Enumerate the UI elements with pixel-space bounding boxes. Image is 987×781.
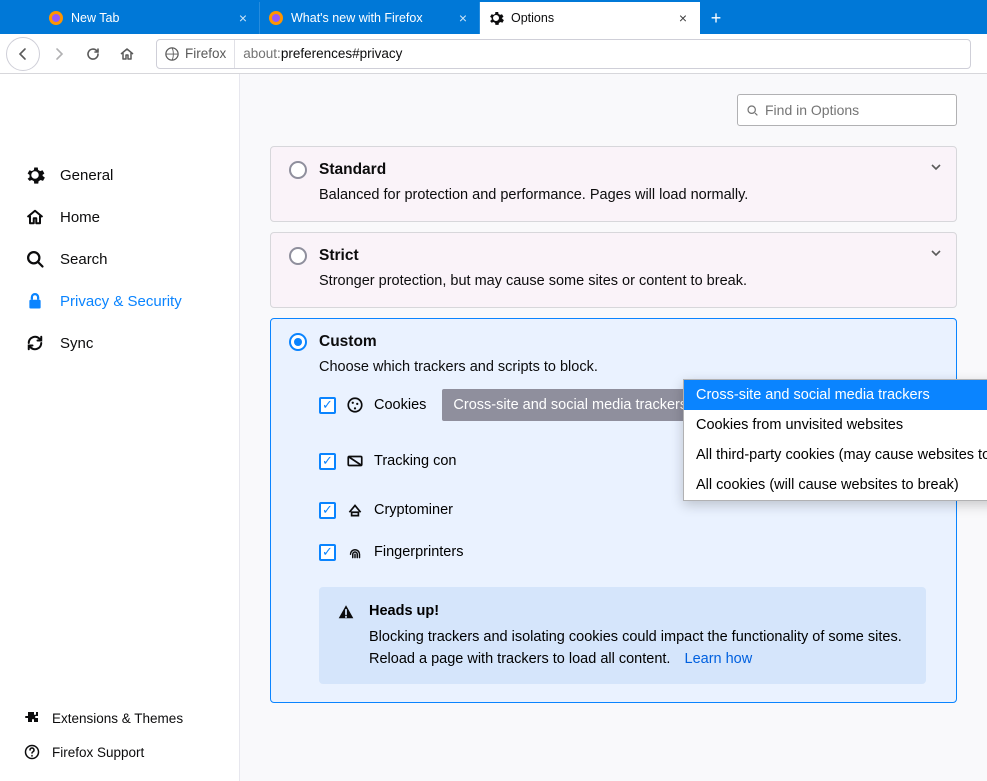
tab-label: New Tab bbox=[71, 11, 235, 25]
cookie-icon bbox=[346, 396, 364, 414]
home-icon bbox=[24, 206, 46, 228]
radio-strict[interactable] bbox=[289, 247, 307, 265]
sidebar: General Home Search Privacy & Security S… bbox=[0, 74, 240, 781]
options-search-input[interactable] bbox=[765, 102, 948, 118]
reload-button[interactable] bbox=[78, 39, 108, 69]
radio-custom[interactable] bbox=[289, 333, 307, 351]
tab-options[interactable]: Options × bbox=[480, 2, 700, 34]
crypto-icon bbox=[346, 501, 364, 519]
dropdown-item[interactable]: Cross-site and social media trackers bbox=[684, 380, 987, 410]
identity-label: Firefox bbox=[185, 46, 226, 61]
tab-strip: New Tab × What's new with Firefox × Opti… bbox=[0, 0, 987, 34]
check-label: Tracking con bbox=[374, 453, 456, 469]
row-cryptominers: ✓ Cryptominer bbox=[319, 501, 938, 519]
sidebar-footer-label: Firefox Support bbox=[52, 745, 144, 760]
sidebar-extensions[interactable]: Extensions & Themes bbox=[0, 701, 239, 735]
radio-standard[interactable] bbox=[289, 161, 307, 179]
search-icon bbox=[24, 248, 46, 270]
check-label: Cookies bbox=[374, 397, 426, 413]
home-button[interactable] bbox=[112, 39, 142, 69]
panel-strict[interactable]: Strict Stronger protection, but may caus… bbox=[270, 232, 957, 308]
check-label: Cryptominer bbox=[374, 502, 453, 518]
search-icon bbox=[746, 104, 759, 117]
new-tab-button[interactable]: + bbox=[700, 2, 732, 34]
sidebar-label: General bbox=[60, 167, 113, 184]
alert-title: Heads up! bbox=[369, 601, 908, 623]
close-icon[interactable]: × bbox=[675, 10, 691, 26]
firefox-brand-icon bbox=[165, 47, 179, 61]
nav-toolbar: Firefox about:preferences#privacy bbox=[0, 34, 987, 74]
tab-new[interactable]: New Tab × bbox=[40, 2, 260, 34]
lock-icon bbox=[24, 290, 46, 312]
sidebar-item-privacy[interactable]: Privacy & Security bbox=[0, 280, 239, 322]
alert-headsup: Heads up! Blocking trackers and isolatin… bbox=[319, 587, 926, 684]
cookies-dropdown: Cross-site and social media trackers Coo… bbox=[683, 379, 987, 501]
panel-title: Strict bbox=[319, 247, 359, 265]
gear-icon bbox=[24, 164, 46, 186]
tab-whatsnew[interactable]: What's new with Firefox × bbox=[260, 2, 480, 34]
content-area: General Home Search Privacy & Security S… bbox=[0, 74, 987, 781]
dropdown-item[interactable]: All cookies (will cause websites to brea… bbox=[684, 470, 987, 500]
dropdown-item[interactable]: Cookies from unvisited websites bbox=[684, 410, 987, 440]
panel-desc: Stronger protection, but may cause some … bbox=[319, 273, 938, 289]
panel-title: Custom bbox=[319, 333, 377, 351]
checkbox-fingerprint[interactable]: ✓ bbox=[319, 544, 336, 561]
check-label: Fingerprinters bbox=[374, 544, 463, 560]
fingerprint-icon bbox=[346, 543, 364, 561]
row-fingerprinters: ✓ Fingerprinters bbox=[319, 543, 938, 561]
sidebar-item-home[interactable]: Home bbox=[0, 196, 239, 238]
main-panel: Standard Balanced for protection and per… bbox=[240, 74, 987, 781]
checkbox-tracking[interactable]: ✓ bbox=[319, 453, 336, 470]
tab-label: Options bbox=[511, 11, 675, 25]
panel-standard[interactable]: Standard Balanced for protection and per… bbox=[270, 146, 957, 222]
panel-custom: Custom Choose which trackers and scripts… bbox=[270, 318, 957, 703]
warning-icon bbox=[337, 603, 355, 670]
checkbox-crypto[interactable]: ✓ bbox=[319, 502, 336, 519]
firefox-icon bbox=[268, 10, 284, 26]
learn-link[interactable]: Learn how bbox=[685, 651, 753, 667]
identity-box[interactable]: Firefox bbox=[157, 40, 235, 68]
panel-title: Standard bbox=[319, 161, 386, 179]
url-bar[interactable]: Firefox about:preferences#privacy bbox=[156, 39, 971, 69]
tab-label: What's new with Firefox bbox=[291, 11, 455, 25]
dropdown-item[interactable]: All third-party cookies (may cause websi… bbox=[684, 440, 987, 470]
panel-desc: Choose which trackers and scripts to blo… bbox=[319, 359, 938, 375]
close-icon[interactable]: × bbox=[235, 10, 251, 26]
firefox-icon bbox=[48, 10, 64, 26]
sync-icon bbox=[24, 332, 46, 354]
sidebar-footer-label: Extensions & Themes bbox=[52, 711, 183, 726]
sidebar-label: Sync bbox=[60, 335, 93, 352]
alert-body: Blocking trackers and isolating cookies … bbox=[369, 629, 902, 667]
sidebar-label: Privacy & Security bbox=[60, 293, 182, 310]
sidebar-item-general[interactable]: General bbox=[0, 154, 239, 196]
options-search[interactable] bbox=[737, 94, 957, 126]
checkbox-cookies[interactable]: ✓ bbox=[319, 397, 336, 414]
close-icon[interactable]: × bbox=[455, 10, 471, 26]
sidebar-item-sync[interactable]: Sync bbox=[0, 322, 239, 364]
url-text: about:preferences#privacy bbox=[235, 46, 410, 61]
back-button[interactable] bbox=[6, 37, 40, 71]
sidebar-item-search[interactable]: Search bbox=[0, 238, 239, 280]
chevron-down-icon[interactable] bbox=[930, 161, 942, 173]
panel-desc: Balanced for protection and performance.… bbox=[319, 187, 938, 203]
sidebar-support[interactable]: Firefox Support bbox=[0, 735, 239, 769]
select-value: Cross-site and social media trackers bbox=[453, 397, 687, 413]
sidebar-label: Search bbox=[60, 251, 108, 268]
forward-button[interactable] bbox=[44, 39, 74, 69]
gear-icon bbox=[488, 10, 504, 26]
puzzle-icon bbox=[24, 710, 40, 726]
tracking-icon bbox=[346, 452, 364, 470]
sidebar-label: Home bbox=[60, 209, 100, 226]
chevron-down-icon[interactable] bbox=[930, 247, 942, 259]
question-icon bbox=[24, 744, 40, 760]
